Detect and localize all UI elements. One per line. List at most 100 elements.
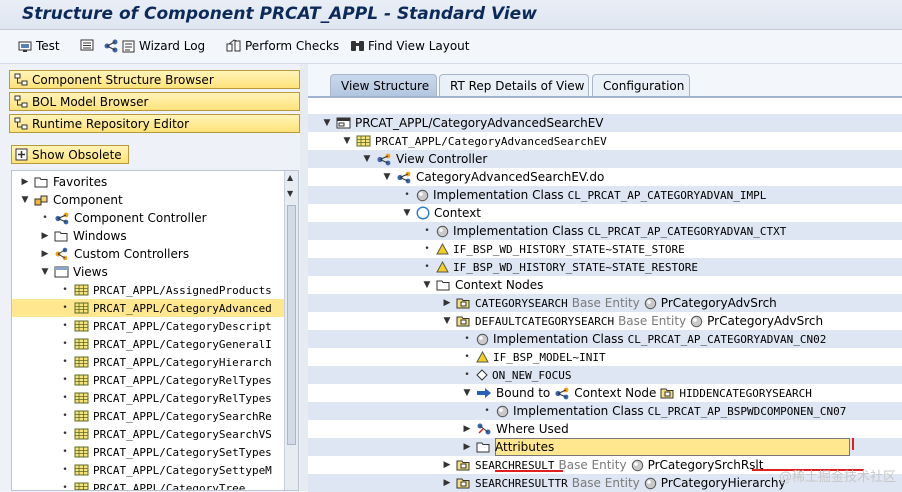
structure-node[interactable]: ▼ PRCAT_APPL/CategoryAdvancedSearchEV	[342, 132, 607, 150]
expand-icon[interactable]: ▶	[40, 249, 50, 259]
structure-node[interactable]: ▶ Attributes	[462, 438, 555, 456]
structure-node[interactable]: • Implementation Class CL_PRCAT_AP_CATEGOR…	[462, 330, 826, 348]
structure-node[interactable]: • IF_BSP_WD_HISTORY_STATE~STATE_STORE	[422, 240, 684, 258]
tree-item[interactable]: • PRCAT_APPL/CategoryRelTypes	[60, 389, 271, 407]
structure-node[interactable]: ▼ Context Nodes	[422, 276, 544, 294]
node-label: Implementation Class	[493, 332, 624, 346]
tree-icon	[14, 117, 28, 130]
tree-item[interactable]: • PRCAT_APPL/CategorySearchRe	[60, 407, 271, 425]
collapse-icon[interactable]: ▼	[462, 388, 472, 398]
structure-node[interactable]: ▶ SEARCHRESULTTR Base Entity PrCategoryHier…	[442, 474, 786, 492]
tab-configuration[interactable]: Configuration	[592, 74, 690, 96]
folder-icon	[34, 176, 49, 188]
expand-icon[interactable]: ▶	[442, 478, 452, 488]
structure-node[interactable]: • Implementation Class CL_PRCAT_AP_BSPWDCO…	[482, 402, 846, 420]
expand-icon[interactable]: ▶	[462, 424, 472, 434]
tree-item[interactable]: ▼ Views	[40, 263, 108, 281]
tree-item[interactable]: • Component Controller	[40, 209, 207, 227]
collapse-icon[interactable]: ▼	[342, 136, 352, 146]
tree-item[interactable]: • PRCAT_APPL/CategoryHierarch	[60, 353, 272, 371]
node-label: Base Entity	[558, 458, 627, 472]
scroll-down-icon[interactable]: ▼	[287, 189, 293, 198]
tree-item[interactable]: • PRCAT_APPL/CategoryDescript	[60, 317, 271, 335]
tree-item[interactable]: • PRCAT_APPL/CategoryTree	[60, 479, 245, 490]
binoculars-icon	[351, 41, 364, 51]
node-label: Implementation Class	[513, 404, 644, 418]
expand-icon[interactable]: ▶	[20, 177, 30, 187]
tab-rt-rep-details[interactable]: RT Rep Details of View	[439, 74, 589, 96]
log-icon	[122, 40, 135, 52]
tree-item-label: Custom Controllers	[74, 247, 190, 261]
wizard-log-button[interactable]: Wizard Log	[103, 39, 205, 53]
structure-node[interactable]: • Implementation Class CL_PRCAT_AP_CATEGOR…	[402, 186, 766, 204]
controller-icon	[54, 212, 70, 225]
display-change-button[interactable]	[80, 39, 95, 52]
annotation-line	[852, 438, 854, 450]
tree-item[interactable]: ▶ Favorites	[20, 173, 108, 191]
panel-splitter[interactable]	[300, 64, 308, 491]
collapse-icon[interactable]: ▼	[20, 195, 30, 205]
structure-node[interactable]: • Implementation Class CL_PRCAT_AP_CATEGOR…	[422, 222, 786, 240]
tree-item[interactable]: • PRCAT_APPL/CategoryGeneralI	[60, 335, 271, 353]
structure-node[interactable]: ▶ Where Used	[462, 420, 569, 438]
collapse-icon[interactable]: ▼	[442, 316, 452, 326]
structure-node[interactable]: ▼ DEFAULTCATEGORYSEARCH Base Entity PrCateg…	[442, 312, 824, 330]
structure-node[interactable]: ▼ Bound to Context Node HIDDENCATEGORYSEARC…	[462, 384, 812, 402]
tree-item[interactable]: ▶ Custom Controllers	[40, 245, 190, 263]
expand-icon[interactable]: ▶	[462, 442, 472, 452]
tree-item[interactable]: • PRCAT_APPL/CategorySearchVS	[60, 425, 271, 443]
expand-icon[interactable]: ▶	[442, 298, 452, 308]
bol-model-browser-button[interactable]: BOL Model Browser	[9, 92, 300, 111]
scroll-thumb[interactable]	[287, 205, 296, 445]
tree-item[interactable]: ▶ Windows	[40, 227, 127, 245]
perform-checks-button[interactable]: Perform Checks	[226, 39, 339, 53]
node-label: PRCAT_APPL/CategoryAdvancedSearchEV	[355, 116, 604, 130]
tree-scrollbar[interactable]: ▲ ▼	[284, 171, 298, 490]
bullet-icon: •	[62, 357, 68, 367]
view-icon	[74, 392, 89, 404]
tree-item[interactable]: ▼ Component	[20, 191, 123, 209]
network-icon	[104, 39, 118, 53]
folder-icon	[476, 441, 491, 453]
collapse-icon[interactable]: ▼	[322, 118, 332, 128]
structure-node[interactable]: ▶ SEARCHRESULT Base Entity PrCategorySrchRs…	[442, 456, 764, 474]
tab-view-structure[interactable]: View Structure	[330, 74, 437, 96]
tree-item[interactable]: • PRCAT_APPL/AssignedProducts	[60, 281, 272, 299]
tree-item-label: Component	[53, 193, 123, 207]
structure-node[interactable]: • IF_BSP_MODEL~INIT	[462, 348, 605, 366]
tree-item[interactable]: • PRCAT_APPL/CategorySetTypes	[60, 443, 271, 461]
collapse-icon[interactable]: ▼	[362, 154, 372, 164]
show-obsolete-button[interactable]: Show Obsolete	[11, 145, 129, 164]
structure-node[interactable]: ▼ PRCAT_APPL/CategoryAdvancedSearchEV	[322, 114, 604, 132]
tree-item[interactable]: • PRCAT_APPL/CategorySettypeM	[60, 461, 271, 479]
tree-item[interactable]: • PRCAT_APPL/CategoryRelTypes	[60, 371, 271, 389]
collapse-icon[interactable]: ▼	[382, 172, 392, 182]
expand-icon[interactable]: ▶	[40, 231, 50, 241]
structure-node[interactable]: ▼ Context	[402, 204, 481, 222]
tree-item-label: PRCAT_APPL/AssignedProducts	[93, 283, 272, 297]
collapse-icon[interactable]: ▼	[402, 208, 412, 218]
structure-node[interactable]: ▼ CategoryAdvancedSearchEV.do	[382, 168, 605, 186]
tree-item-label: PRCAT_APPL/CategoryHierarch	[93, 355, 272, 369]
bullet-icon: •	[464, 352, 470, 362]
collapse-icon[interactable]: ▼	[40, 267, 50, 277]
find-view-layout-button[interactable]: Find View Layout	[350, 39, 469, 53]
expand-icon[interactable]: ▶	[442, 460, 452, 470]
component-structure-browser-button[interactable]: Component Structure Browser	[9, 70, 300, 89]
bullet-icon: •	[62, 321, 68, 331]
bullet-icon: •	[42, 213, 48, 223]
tree-item-label: Component Controller	[74, 211, 207, 225]
structure-node[interactable]: • IF_BSP_WD_HISTORY_STATE~STATE_RESTORE	[422, 258, 698, 276]
bullet-icon: •	[424, 262, 430, 272]
structure-node[interactable]: ▼ View Controller	[362, 150, 488, 168]
runtime-repository-editor-button[interactable]: Runtime Repository Editor	[9, 114, 300, 133]
structure-node[interactable]: • ON_NEW_FOCUS	[462, 366, 571, 384]
tree-item[interactable]: • PRCAT_APPL/CategoryAdvanced	[60, 299, 271, 317]
scroll-up-icon[interactable]: ▲	[287, 173, 293, 182]
bullet-icon: •	[62, 339, 68, 349]
test-button[interactable]: Test	[18, 39, 60, 53]
node-label: Context Node	[574, 386, 657, 400]
structure-node[interactable]: ▶ CATEGORYSEARCH Base Entity PrCategoryAdvS…	[442, 294, 777, 312]
node-label: Attributes	[495, 440, 555, 454]
collapse-icon[interactable]: ▼	[422, 280, 432, 290]
